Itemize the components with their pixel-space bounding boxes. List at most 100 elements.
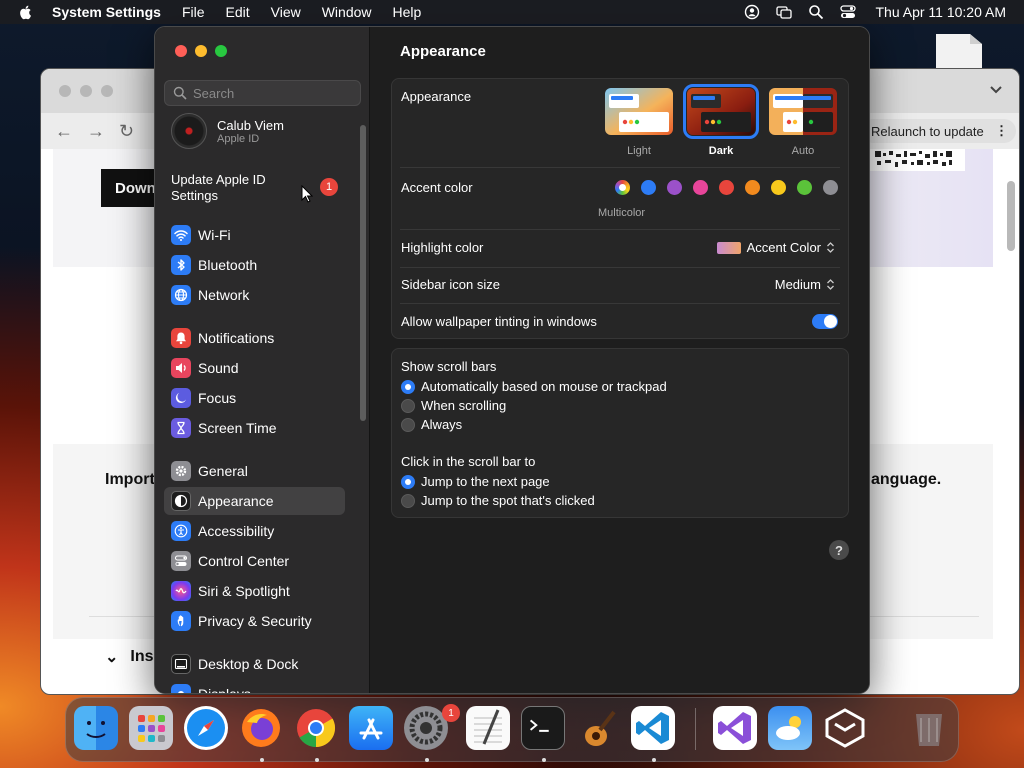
menu-edit[interactable]: Edit: [226, 4, 250, 20]
sidebar-item-displays[interactable]: Displays: [164, 680, 345, 693]
sidebar-item-siri-spotlight[interactable]: Siri & Spotlight: [164, 577, 345, 605]
scroll-bars-automatic-radio[interactable]: Automatically based on mouse or trackpad: [401, 379, 667, 394]
toggles-icon: [171, 551, 191, 571]
install-section[interactable]: ⌄ Ins: [105, 647, 154, 667]
sidebar-item-wifi[interactable]: Wi-Fi: [164, 221, 345, 249]
sidebar-item-screen-time[interactable]: Screen Time: [164, 414, 345, 442]
chevron-down-icon[interactable]: [989, 83, 1003, 97]
back-arrow-icon[interactable]: ←: [55, 121, 73, 142]
finder-icon[interactable]: [74, 706, 118, 750]
safari-icon[interactable]: [184, 706, 228, 750]
firefox-icon[interactable]: [239, 706, 283, 750]
sidebar-item-general[interactable]: General: [164, 457, 345, 485]
search-icon: [173, 86, 187, 100]
wifi-icon: [171, 225, 191, 245]
browser-close-button[interactable]: [59, 85, 71, 97]
forward-arrow-icon[interactable]: →: [87, 121, 105, 142]
chrome-icon[interactable]: [294, 706, 338, 750]
sidebar-item-bluetooth[interactable]: Bluetooth: [164, 251, 345, 279]
accent-orange-swatch[interactable]: [745, 180, 760, 195]
sidebar-item-network[interactable]: Network: [164, 281, 345, 309]
trash-icon[interactable]: [907, 706, 951, 750]
accent-multicolor-swatch[interactable]: [615, 180, 630, 195]
apple-logo-icon[interactable]: [18, 4, 34, 20]
sidebar-icon-size-popup[interactable]: Medium: [775, 277, 836, 292]
sidebar-icon-size-value: Medium: [774, 277, 821, 292]
reload-icon[interactable]: ↻: [119, 121, 134, 142]
screen-mirroring-icon[interactable]: [775, 4, 792, 20]
textedit-icon[interactable]: [466, 706, 510, 750]
sidebar-item-label: Notifications: [198, 330, 275, 346]
scroll-bars-always-radio[interactable]: Always: [401, 417, 462, 432]
highlight-swatch: [716, 241, 741, 254]
appearance-card: Appearance Light Dark Auto Accent color …: [391, 78, 849, 339]
multicolor-label: Multicolor: [598, 207, 646, 219]
divider: [400, 303, 840, 304]
highlight-color-label: Highlight color: [401, 240, 484, 255]
scroll-bars-when-scrolling-radio[interactable]: When scrolling: [401, 398, 506, 413]
close-button[interactable]: [175, 45, 187, 57]
accent-graphite-swatch[interactable]: [823, 180, 838, 195]
help-button[interactable]: ?: [829, 540, 849, 560]
weather-icon[interactable]: [768, 706, 812, 750]
update-apple-id-item[interactable]: Update Apple ID Settings: [171, 172, 291, 204]
menu-window[interactable]: Window: [322, 4, 372, 20]
window-controls: [175, 45, 227, 57]
sidebar-item-privacy-security[interactable]: Privacy & Security: [164, 607, 345, 635]
sidebar-scrollbar[interactable]: [360, 125, 366, 421]
user-icon[interactable]: [744, 4, 760, 20]
launchpad-icon[interactable]: [129, 706, 173, 750]
garageband-icon[interactable]: [576, 706, 620, 750]
minimize-button[interactable]: [195, 45, 207, 57]
sidebar-item-accessibility[interactable]: Accessibility: [164, 517, 345, 545]
apple-id-profile[interactable]: Calub Viem Apple ID: [171, 113, 284, 149]
accent-pink-swatch[interactable]: [693, 180, 708, 195]
sidebar-item-control-center[interactable]: Control Center: [164, 547, 345, 575]
menu-app-name[interactable]: System Settings: [52, 4, 161, 20]
more-options-icon[interactable]: ⋮: [995, 123, 1008, 139]
radio-label: When scrolling: [421, 398, 507, 413]
browser-minimize-button[interactable]: [80, 85, 92, 97]
zoom-button[interactable]: [215, 45, 227, 57]
terminal-icon[interactable]: [521, 706, 565, 750]
jump-next-page-radio[interactable]: Jump to the next page: [401, 474, 550, 489]
sidebar-item-focus[interactable]: Focus: [164, 384, 345, 412]
divider: [400, 229, 840, 230]
vscode-icon[interactable]: [631, 706, 675, 750]
appearance-light-option[interactable]: [605, 88, 673, 135]
highlight-color-popup[interactable]: Accent Color: [716, 240, 836, 255]
browser-zoom-button[interactable]: [101, 85, 113, 97]
accent-blue-swatch[interactable]: [641, 180, 656, 195]
accent-purple-swatch[interactable]: [667, 180, 682, 195]
menu-clock[interactable]: Thu Apr 11 10:20 AM: [876, 4, 1007, 20]
wallpaper-tinting-toggle[interactable]: [812, 314, 838, 329]
sidebar-item-desktop-dock[interactable]: Desktop & Dock: [164, 650, 345, 678]
menu-file[interactable]: File: [182, 4, 205, 20]
parallels-icon[interactable]: [823, 706, 867, 750]
sidebar-item-notifications[interactable]: Notifications: [164, 324, 345, 352]
menu-view[interactable]: View: [271, 4, 301, 20]
relaunch-button[interactable]: Relaunch to update ⋮: [861, 119, 1016, 143]
accent-green-swatch[interactable]: [797, 180, 812, 195]
up-down-arrows-icon: [827, 279, 834, 290]
appearance-dark-option[interactable]: [683, 84, 759, 139]
desktop-file-icon[interactable]: [936, 34, 982, 70]
appearance-label: Appearance: [401, 89, 472, 104]
appearance-auto-option[interactable]: [769, 88, 837, 135]
menu-help[interactable]: Help: [393, 4, 422, 20]
accent-yellow-swatch[interactable]: [771, 180, 786, 195]
jump-to-spot-radio[interactable]: Jump to the spot that's clicked: [401, 493, 595, 508]
search-icon[interactable]: [808, 4, 824, 20]
accent-red-swatch[interactable]: [719, 180, 734, 195]
highlight-value: Accent Color: [746, 240, 821, 255]
auto-label: Auto: [791, 145, 815, 157]
app-store-icon[interactable]: [349, 706, 393, 750]
sidebar-item-appearance[interactable]: Appearance: [164, 487, 345, 515]
visual-studio-icon[interactable]: [713, 706, 757, 750]
browser-scrollbar[interactable]: [1007, 181, 1015, 251]
sidebar-item-sound[interactable]: Sound: [164, 354, 345, 382]
control-center-icon[interactable]: [839, 4, 856, 20]
gear-icon: [171, 461, 191, 481]
menu-extras: Thu Apr 11 10:20 AM: [744, 4, 1007, 20]
search-field[interactable]: Search: [164, 80, 361, 106]
